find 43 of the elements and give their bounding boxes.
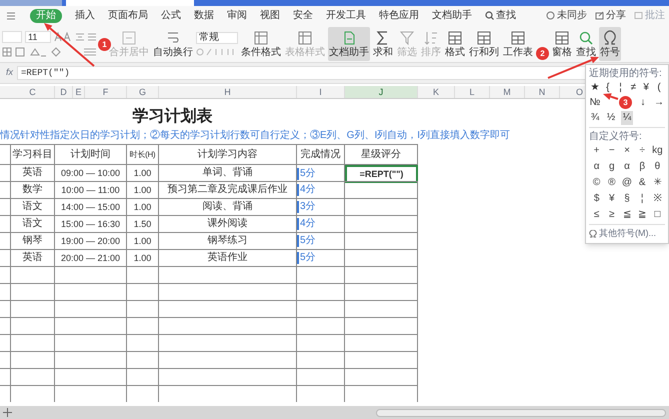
column-heading: 时长(H) bbox=[127, 145, 159, 165]
table-cell: 5分 bbox=[297, 235, 316, 247]
sheet-title: 学习计划表 bbox=[132, 106, 212, 127]
table-cell: 1.00 bbox=[127, 250, 159, 266]
table-cell: 1.00 bbox=[127, 165, 159, 183]
table-cell: 钢琴练习 bbox=[159, 233, 297, 249]
column-heading: 计划时间 bbox=[55, 145, 127, 165]
table-cell: 14:00 — 15:00 bbox=[55, 199, 127, 215]
table-cell: 1.00 bbox=[127, 233, 159, 249]
table-cell: 1.00 bbox=[127, 182, 159, 198]
table-cell: 4分 bbox=[297, 184, 316, 196]
step-badge: 3 bbox=[619, 96, 632, 109]
table-cell: 阅读、背诵 bbox=[159, 199, 297, 215]
column-heading: 学习科目 bbox=[11, 145, 55, 165]
table-cell: 英语 bbox=[11, 165, 55, 183]
table-cell: 19:00 — 20:00 bbox=[55, 233, 127, 249]
table-cell: 1.00 bbox=[127, 199, 159, 215]
table-cell: 课外阅读 bbox=[159, 216, 297, 232]
column-heading: 计划学习内容 bbox=[159, 145, 297, 165]
table-cell: 15:00 — 16:30 bbox=[55, 216, 127, 232]
table-cell: 数学 bbox=[11, 182, 55, 198]
table-cell: 10:00 — 11:00 bbox=[55, 182, 127, 198]
table-cell: 5分 bbox=[297, 168, 316, 180]
table-cell: 英语作业 bbox=[159, 250, 297, 266]
column-heading: 星级评分 bbox=[345, 145, 418, 165]
table-cell: 5分 bbox=[297, 252, 316, 264]
section-label: 自定义符号: bbox=[589, 130, 643, 143]
step-badge: 2 bbox=[536, 47, 549, 60]
table-cell: 英语 bbox=[11, 250, 55, 266]
instruction-text: 情况针对性指定次日的学习计划；②每天的学习计划行数可自行定义；③E列、G列、I列自动，I列直接填入数字即可 bbox=[0, 129, 510, 143]
section-label: 近期使用的符号: bbox=[589, 67, 663, 80]
table-cell: 钢琴 bbox=[11, 233, 55, 249]
table-cell: 单词、背诵 bbox=[159, 165, 297, 183]
table-cell: 09:00 — 10:00 bbox=[55, 165, 127, 183]
table-cell: 1.50 bbox=[127, 216, 159, 232]
column-heading: 完成情况 bbox=[297, 145, 345, 165]
table-cell: 20:00 — 21:00 bbox=[55, 250, 127, 266]
step-badge: 1 bbox=[98, 38, 111, 51]
table-cell: 4分 bbox=[297, 218, 316, 230]
table-cell: 语文 bbox=[11, 216, 55, 232]
table-cell: 3分 bbox=[297, 201, 316, 213]
table-cell: 语文 bbox=[11, 199, 55, 215]
table-cell: 预习第二章及完成课后作业 bbox=[159, 182, 297, 198]
